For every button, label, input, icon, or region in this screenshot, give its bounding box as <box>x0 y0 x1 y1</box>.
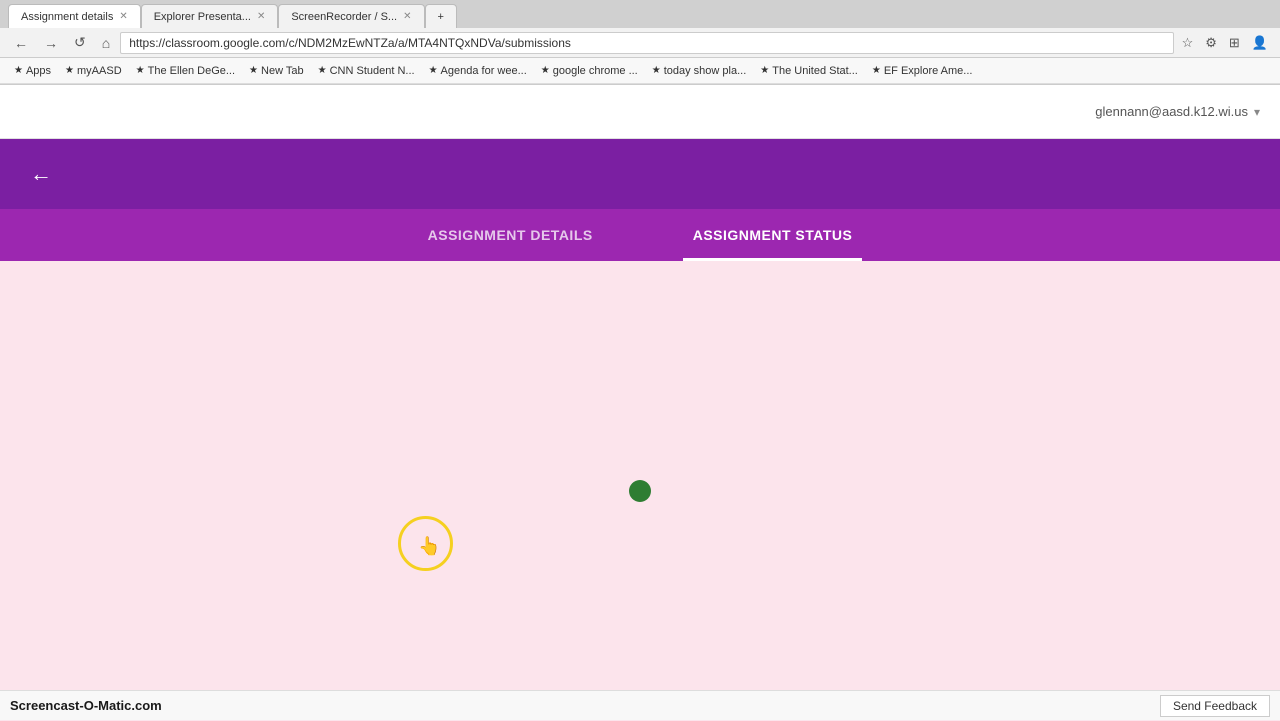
bookmark-icon: ★ <box>760 65 769 76</box>
browser-tab-empty[interactable]: + <box>425 4 457 28</box>
settings-icon-btn[interactable]: ⚙ <box>1201 33 1221 53</box>
bookmark-agenda[interactable]: ★ Agenda for wee... <box>423 63 533 79</box>
tab-label: Explorer Presenta... <box>154 11 251 23</box>
bookmark-label: today show pla... <box>664 65 747 77</box>
screencast-logo: Screencast-O-Matic.com <box>10 698 162 713</box>
bookmark-todayshow[interactable]: ★ today show pla... <box>646 63 753 79</box>
bookmark-cnn[interactable]: ★ CNN Student N... <box>312 63 421 79</box>
main-content: 👆 <box>0 261 1280 721</box>
dropdown-arrow-icon: ▾ <box>1254 105 1260 119</box>
bookmark-label: EF Explore Ame... <box>884 65 973 77</box>
home-button[interactable]: ⌂ <box>96 33 116 53</box>
bookmark-icon: ★ <box>318 65 327 76</box>
bookmark-icon: ★ <box>249 65 258 76</box>
tab-details-label: ASSIGNMENT DETAILS <box>428 227 593 243</box>
bookmark-label: myAASD <box>77 65 122 77</box>
tab-close-btn[interactable]: ✕ <box>257 11 265 22</box>
bookmark-icon: ★ <box>429 65 438 76</box>
purple-header: ← <box>0 139 1280 209</box>
bookmark-icon: ★ <box>541 65 550 76</box>
tab-assignment-status[interactable]: ASSIGNMENT STATUS <box>683 209 863 261</box>
cursor-highlight-circle <box>398 516 453 571</box>
loading-indicator <box>629 480 651 502</box>
bottom-bar: Screencast-O-Matic.com Send Feedback <box>0 690 1280 720</box>
browser-tab-assignment-details[interactable]: Assignment details ✕ <box>8 4 141 28</box>
tab-bar: Assignment details ✕ Explorer Presenta..… <box>0 0 1280 28</box>
address-bar[interactable] <box>120 32 1173 54</box>
bookmark-label: The United Stat... <box>772 65 858 77</box>
bookmark-label: Agenda for wee... <box>441 65 527 77</box>
tabs-section: ASSIGNMENT DETAILS ASSIGNMENT STATUS <box>0 209 1280 261</box>
bookmark-icon: ★ <box>872 65 881 76</box>
user-email: glennann@aasd.k12.wi.us <box>1095 104 1248 119</box>
top-bar: glennann@aasd.k12.wi.us ▾ <box>0 85 1280 139</box>
tab-close-btn[interactable]: ✕ <box>403 11 411 22</box>
app-area: glennann@aasd.k12.wi.us ▾ ← ASSIGNMENT D… <box>0 85 1280 721</box>
tab-status-label: ASSIGNMENT STATUS <box>693 227 853 243</box>
tab-close-btn[interactable]: ✕ <box>119 11 127 22</box>
back-button[interactable]: ← <box>8 33 34 53</box>
navigation-bar: ← → ↺ ⌂ ☆ ⚙ ⊞ 👤 <box>0 28 1280 58</box>
bookmark-icon: ★ <box>136 65 145 76</box>
star-icon-btn[interactable]: ☆ <box>1178 33 1198 53</box>
extensions-icon-btn[interactable]: ⊞ <box>1225 33 1244 53</box>
browser-tab-screenrecorder[interactable]: ScreenRecorder / S... ✕ <box>278 4 424 28</box>
person-icon-btn[interactable]: 👤 <box>1248 33 1272 53</box>
bookmarks-bar: ★ Apps ★ myAASD ★ The Ellen DeGe... ★ Ne… <box>0 58 1280 84</box>
bookmark-label: CNN Student N... <box>330 65 415 77</box>
bookmark-apps[interactable]: ★ Apps <box>8 63 57 79</box>
bookmark-label: New Tab <box>261 65 304 77</box>
send-feedback-button[interactable]: Send Feedback <box>1160 695 1270 717</box>
back-arrow-button[interactable]: ← <box>30 161 52 187</box>
bookmark-unitedstat[interactable]: ★ The United Stat... <box>754 63 864 79</box>
tab-label: + <box>438 11 444 23</box>
bookmark-ef-explore[interactable]: ★ EF Explore Ame... <box>866 63 979 79</box>
browser-tab-explorer[interactable]: Explorer Presenta... ✕ <box>141 4 279 28</box>
tab-label: Assignment details <box>21 11 113 23</box>
bookmark-myaasd[interactable]: ★ myAASD <box>59 63 128 79</box>
bookmark-chrome[interactable]: ★ google chrome ... <box>535 63 644 79</box>
bookmark-icon: ★ <box>14 65 23 76</box>
refresh-button[interactable]: ↺ <box>68 32 92 53</box>
bookmark-icon: ★ <box>652 65 661 76</box>
user-info[interactable]: glennann@aasd.k12.wi.us ▾ <box>1095 104 1260 119</box>
bookmark-label: google chrome ... <box>553 65 638 77</box>
forward-button[interactable]: → <box>38 33 64 53</box>
tab-assignment-details[interactable]: ASSIGNMENT DETAILS <box>418 209 603 261</box>
bookmark-label: The Ellen DeGe... <box>148 65 235 77</box>
tab-label: ScreenRecorder / S... <box>291 11 397 23</box>
bookmark-icon: ★ <box>65 65 74 76</box>
bookmark-newtab[interactable]: ★ New Tab <box>243 63 310 79</box>
bookmark-ellen[interactable]: ★ The Ellen DeGe... <box>130 63 241 79</box>
cursor-hand-icon: 👆 <box>418 536 440 557</box>
bookmark-label: Apps <box>26 65 51 77</box>
